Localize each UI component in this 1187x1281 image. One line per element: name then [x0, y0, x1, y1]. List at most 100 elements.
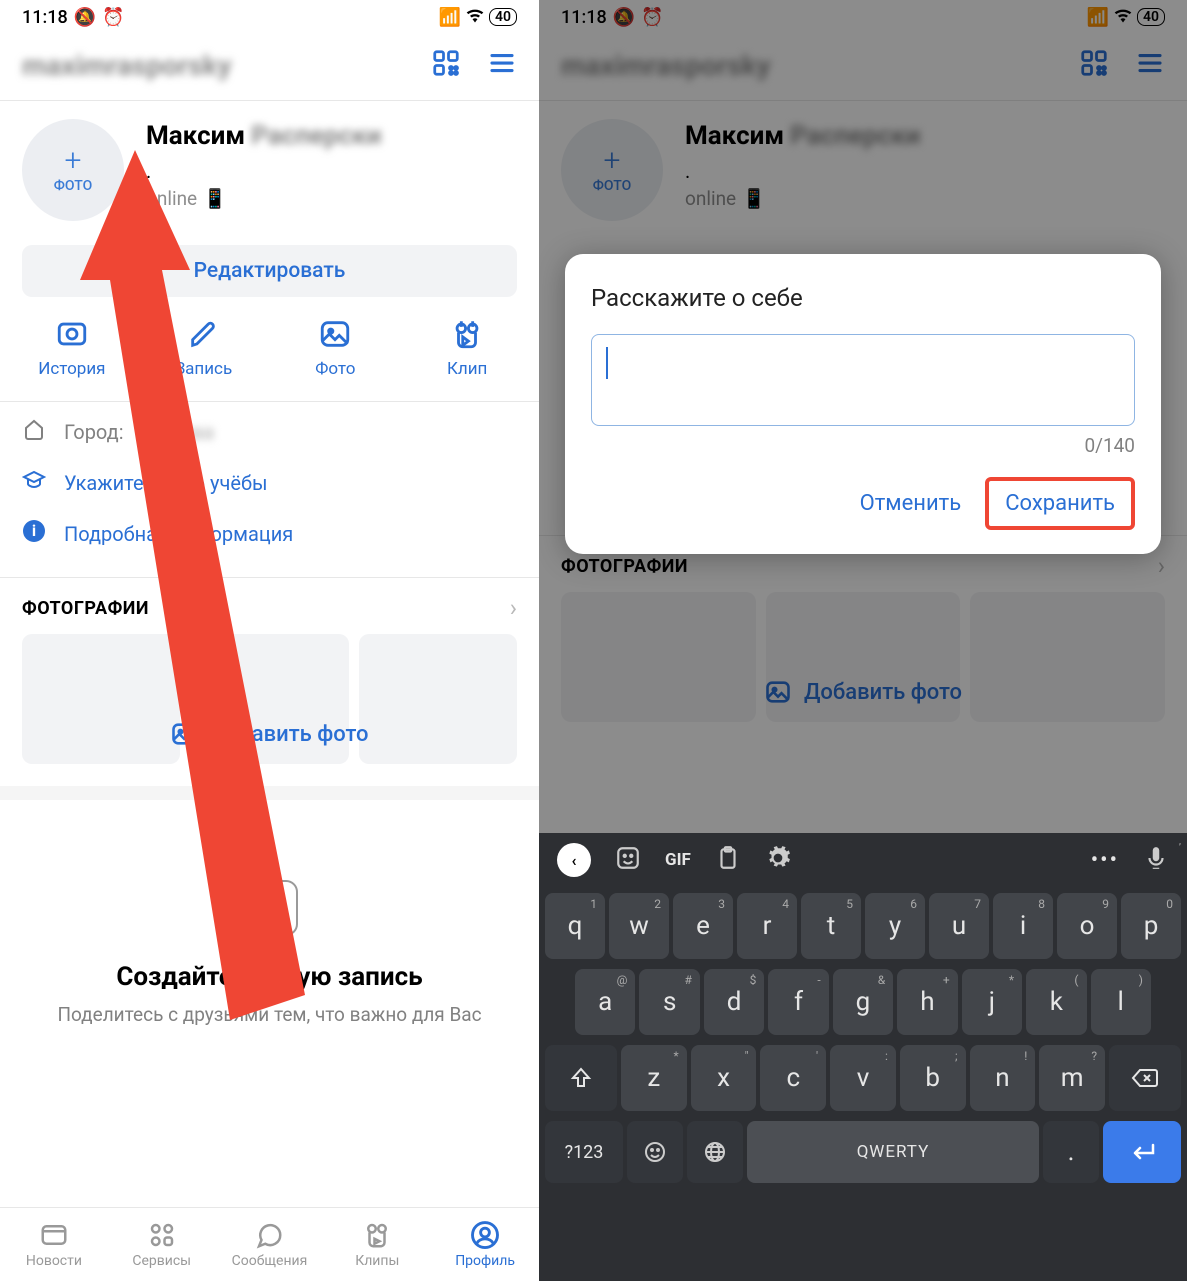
key-p[interactable]: p0 — [1121, 893, 1181, 959]
profile-section: + ФОТО Максим Расперски . online 📱 — [0, 101, 539, 235]
plus-icon: + — [65, 146, 82, 176]
mobile-icon: 📱 — [203, 187, 227, 210]
edit-profile-button[interactable]: Редактировать — [22, 245, 517, 297]
tab-services[interactable]: Сервисы — [108, 1208, 216, 1281]
action-photo[interactable]: Фото — [270, 317, 402, 379]
soft-keyboard: ‹ GIF ••• q1w2e3r4t5y6u7i8o9p0 a@s#d$f-g… — [539, 833, 1187, 1281]
quick-actions: История Запись Фото Клип — [0, 311, 539, 401]
key-n[interactable]: n! — [970, 1045, 1036, 1111]
period-key[interactable]: . — [1043, 1121, 1099, 1183]
key-m[interactable]: m? — [1039, 1045, 1105, 1111]
key-c[interactable]: c' — [760, 1045, 826, 1111]
key-g[interactable]: g& — [833, 969, 893, 1035]
key-q[interactable]: q1 — [545, 893, 605, 959]
key-l[interactable]: l) — [1091, 969, 1151, 1035]
key-w[interactable]: w2 — [609, 893, 669, 959]
kbd-collapse-icon[interactable]: ‹ — [557, 843, 591, 877]
about-dialog: Расскажите о себе 0/140 Отменить Сохрани… — [565, 254, 1161, 554]
tab-messages[interactable]: Сообщения — [216, 1208, 324, 1281]
battery-badge: 40 — [489, 8, 517, 26]
key-i[interactable]: i8 — [993, 893, 1053, 959]
add-photo-button[interactable]: Добавить фото — [0, 720, 539, 748]
key-b[interactable]: b; — [900, 1045, 966, 1111]
key-v[interactable]: v: — [830, 1045, 896, 1111]
online-status: online 📱 — [146, 187, 517, 210]
info-list: Город: Москва Укажите место учёбы i Подр… — [0, 402, 539, 577]
key-u[interactable]: u7 — [929, 893, 989, 959]
bottom-tabbar: Новости Сервисы Сообщения Клипы Профиль — [0, 1207, 539, 1281]
key-r[interactable]: r4 — [737, 893, 797, 959]
avatar-label: ФОТО — [54, 178, 92, 194]
action-post[interactable]: Запись — [138, 317, 270, 379]
info-more[interactable]: i Подробная информация — [0, 508, 539, 559]
kbd-row-1: q1w2e3r4t5y6u7i8o9p0 — [545, 893, 1181, 959]
tab-profile[interactable]: Профиль — [431, 1208, 539, 1281]
backspace-key[interactable] — [1109, 1045, 1181, 1111]
info-city[interactable]: Город: Москва — [0, 406, 539, 457]
tab-news[interactable]: Новости — [0, 1208, 108, 1281]
status-bar: 11:18 🔕 ⏰ 📶 40 — [0, 0, 539, 34]
dnd-icon: 🔕 — [74, 7, 96, 28]
clipboard-icon[interactable] — [715, 845, 741, 875]
key-d[interactable]: d$ — [704, 969, 764, 1035]
char-counter: 0/140 — [591, 434, 1135, 457]
key-h[interactable]: h+ — [897, 969, 957, 1035]
enter-key[interactable] — [1103, 1121, 1181, 1183]
action-clip[interactable]: Клип — [401, 317, 533, 379]
dialog-title: Расскажите о себе — [591, 284, 1135, 312]
info-study[interactable]: Укажите место учёбы — [0, 457, 539, 508]
save-button[interactable]: Сохранить — [985, 477, 1135, 530]
chevron-right-icon: › — [510, 594, 517, 622]
emoji-key[interactable]: , — [627, 1121, 683, 1183]
key-t[interactable]: t5 — [801, 893, 861, 959]
numeric-key[interactable]: ?123 — [545, 1121, 623, 1183]
wifi-icon — [465, 7, 485, 28]
page-header: maximrasporsky — [0, 34, 539, 100]
key-a[interactable]: a@ — [575, 969, 635, 1035]
mic-icon[interactable] — [1143, 845, 1169, 875]
key-j[interactable]: j* — [962, 969, 1022, 1035]
compose-title: Создайте первую запись — [22, 962, 517, 992]
spacebar[interactable]: QWERTY — [747, 1121, 1039, 1183]
compose-subtitle: Поделитесь с друзьями тем, что важно для… — [22, 1002, 517, 1029]
key-y[interactable]: y6 — [865, 893, 925, 959]
photo-tiles: Добавить фото — [0, 634, 539, 786]
key-o[interactable]: o9 — [1057, 893, 1117, 959]
menu-icon[interactable] — [487, 48, 517, 82]
kbd-row-3: z*x"c'v:b;n!m? — [545, 1045, 1181, 1111]
shift-key[interactable] — [545, 1045, 617, 1111]
settings-icon[interactable] — [765, 845, 791, 875]
key-k[interactable]: k( — [1026, 969, 1086, 1035]
signal-icon: 📶 — [439, 7, 461, 28]
compose-icon — [242, 880, 298, 936]
education-icon — [22, 468, 46, 497]
right-screenshot: 11:18 🔕 ⏰ 📶 40 maximrasporsky + ФОТО — [539, 0, 1187, 1281]
home-icon — [22, 417, 46, 446]
key-f[interactable]: f- — [768, 969, 828, 1035]
avatar-add-photo[interactable]: + ФОТО — [22, 119, 124, 221]
sticker-icon[interactable] — [615, 845, 641, 875]
status-time: 11:18 — [22, 7, 68, 28]
key-s[interactable]: s# — [639, 969, 699, 1035]
alarm-icon: ⏰ — [102, 7, 124, 28]
kbd-row-2: a@s#d$f-g&h+j*k(l) — [545, 969, 1181, 1035]
cancel-button[interactable]: Отменить — [846, 481, 976, 526]
compose-empty-state: Создайте первую запись Поделитесь с друз… — [0, 800, 539, 1049]
about-textarea[interactable] — [591, 334, 1135, 426]
language-key[interactable] — [687, 1121, 743, 1183]
svg-text:i: i — [32, 521, 36, 540]
kbd-more-icon[interactable]: ••• — [1091, 848, 1119, 873]
photos-section-header[interactable]: ФОТОГРАФИИ › — [0, 578, 539, 634]
header-username: maximrasporsky — [22, 49, 232, 82]
tab-clips[interactable]: Клипы — [323, 1208, 431, 1281]
info-icon: i — [22, 519, 46, 548]
profile-name: Максим Расперски — [146, 121, 517, 151]
key-z[interactable]: z* — [621, 1045, 687, 1111]
key-x[interactable]: x" — [691, 1045, 757, 1111]
left-screenshot: 11:18 🔕 ⏰ 📶 40 maximrasporsky + ФОТО — [0, 0, 539, 1281]
qr-icon[interactable] — [431, 48, 461, 82]
gif-button[interactable]: GIF — [665, 850, 691, 870]
key-e[interactable]: e3 — [673, 893, 733, 959]
action-story[interactable]: История — [6, 317, 138, 379]
status-text: . — [146, 159, 517, 183]
